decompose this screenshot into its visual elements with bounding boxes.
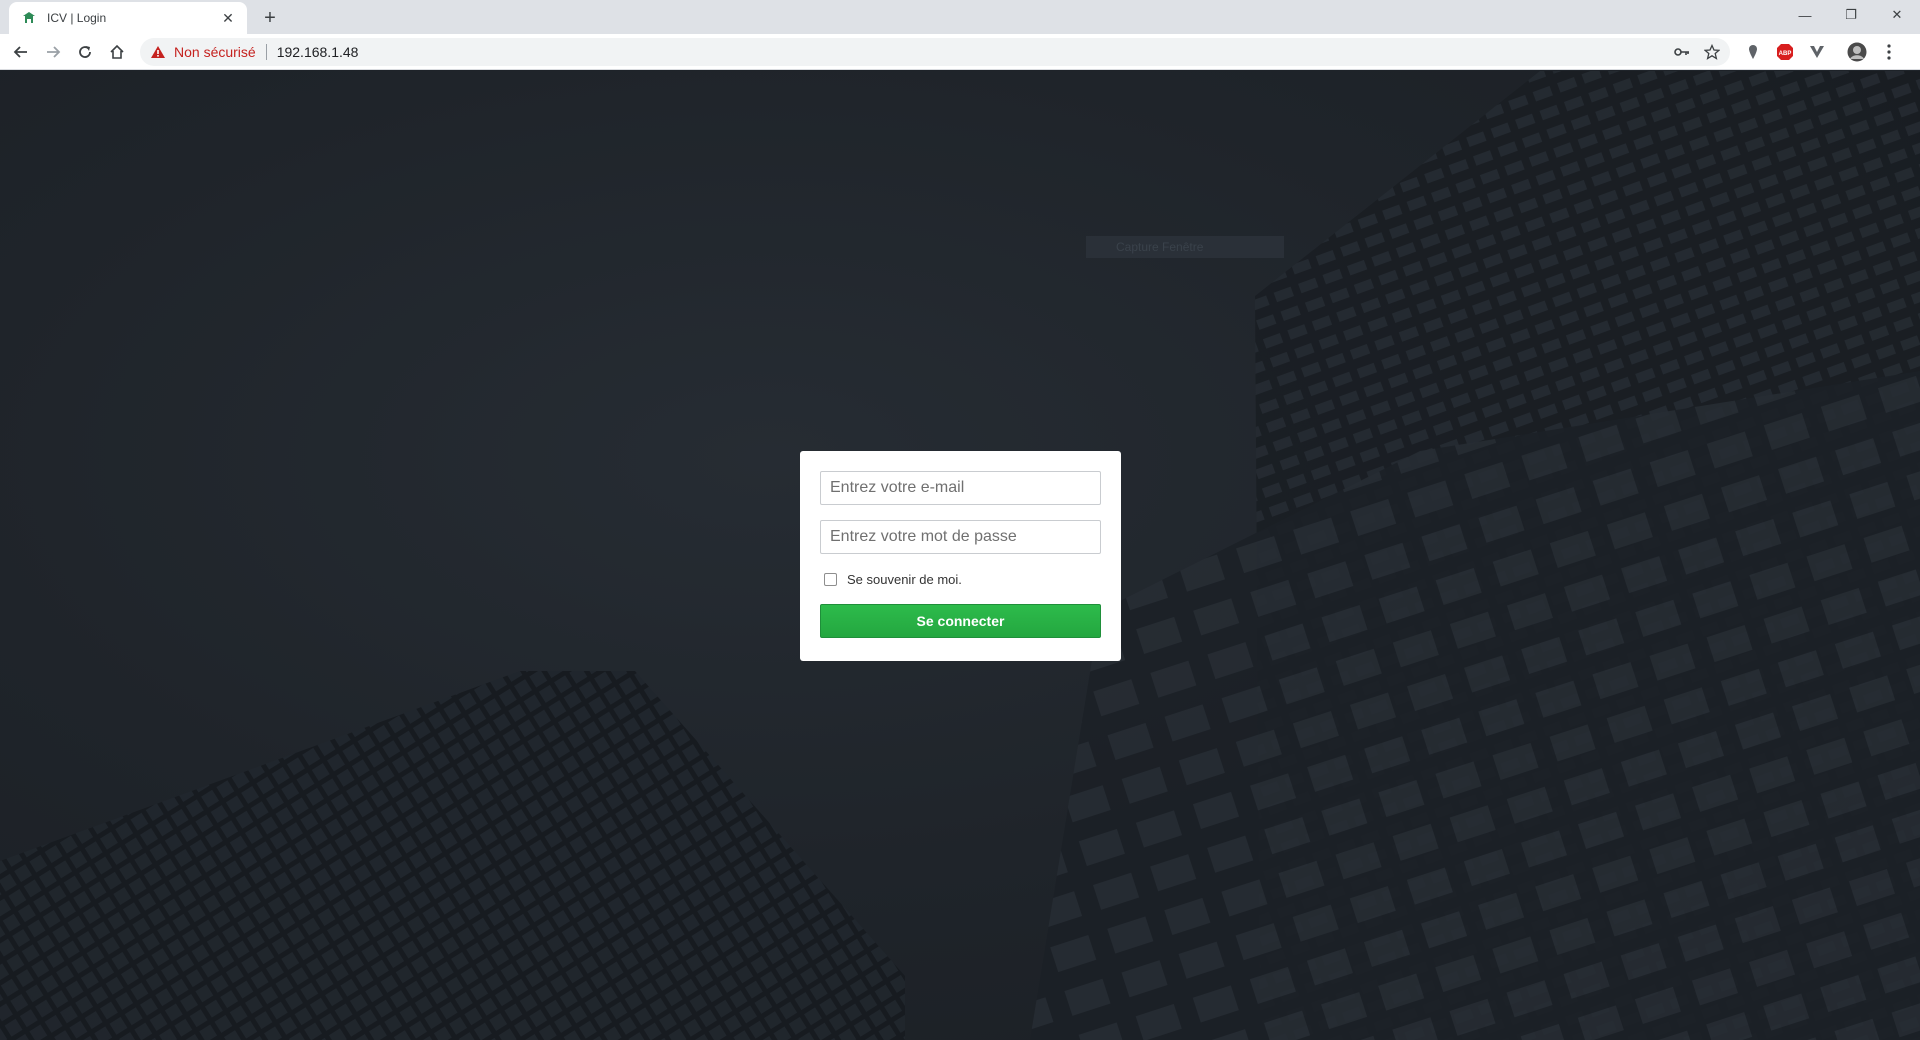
url-text[interactable]: 192.168.1.48 bbox=[277, 44, 359, 60]
home-icon[interactable] bbox=[104, 39, 130, 65]
remember-me-checkbox[interactable] bbox=[824, 572, 837, 586]
new-tab-button[interactable]: + bbox=[258, 6, 282, 30]
login-form: Se souvenir de moi. Se connecter bbox=[800, 451, 1121, 661]
location-pin-icon[interactable] bbox=[1740, 39, 1766, 65]
profile-avatar[interactable] bbox=[1844, 39, 1870, 65]
remember-me-label: Se souvenir de moi. bbox=[847, 571, 962, 587]
adblock-icon[interactable]: ABP bbox=[1772, 39, 1798, 65]
tab-title: ICV | Login bbox=[47, 11, 107, 25]
menu-dots-icon[interactable] bbox=[1876, 39, 1902, 65]
back-icon[interactable] bbox=[8, 39, 34, 65]
svg-text:ABP: ABP bbox=[1779, 51, 1792, 57]
login-button[interactable]: Se connecter bbox=[820, 604, 1101, 638]
restore-button[interactable]: ❐ bbox=[1828, 0, 1874, 30]
address-bar[interactable]: Non sécurisé 192.168.1.48 bbox=[140, 38, 1730, 66]
password-input[interactable] bbox=[820, 520, 1101, 554]
email-input[interactable] bbox=[820, 471, 1101, 505]
key-icon[interactable] bbox=[1668, 40, 1696, 64]
close-window-button[interactable]: ✕ bbox=[1874, 0, 1920, 30]
login-page: Capture Fenêtre Se souvenir de moi. Se c… bbox=[0, 71, 1920, 1040]
site-favicon-icon bbox=[21, 10, 37, 26]
window-controls: — ❐ ✕ bbox=[1782, 0, 1920, 30]
browser-toolbar: Non sécurisé 192.168.1.48 ABP bbox=[0, 34, 1920, 70]
remember-me-row[interactable]: Se souvenir de moi. bbox=[820, 570, 1101, 588]
warning-triangle-icon bbox=[151, 46, 165, 58]
security-warning-label: Non sécurisé bbox=[174, 44, 256, 60]
extensions-area: ABP bbox=[1740, 39, 1902, 65]
vpn-icon[interactable] bbox=[1804, 39, 1830, 65]
bookmark-star-icon[interactable] bbox=[1698, 40, 1726, 64]
forward-icon[interactable] bbox=[40, 39, 66, 65]
security-warning[interactable]: Non sécurisé bbox=[150, 44, 256, 60]
ghost-capture-label: Capture Fenêtre bbox=[1086, 236, 1284, 258]
tab-strip: ICV | Login ✕ + — ❐ ✕ bbox=[0, 0, 1920, 34]
minimize-button[interactable]: — bbox=[1782, 0, 1828, 30]
browser-tab[interactable]: ICV | Login ✕ bbox=[9, 2, 247, 34]
tab-close-icon[interactable]: ✕ bbox=[219, 9, 237, 27]
reload-icon[interactable] bbox=[72, 39, 98, 65]
omnibox-divider bbox=[265, 44, 267, 60]
